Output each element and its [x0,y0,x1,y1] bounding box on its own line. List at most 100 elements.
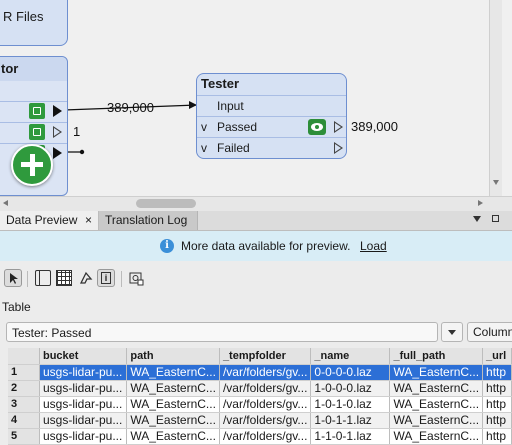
plus-icon-h [21,162,43,167]
preview-toolbar: i [0,262,512,296]
info-message: More data available for preview. [181,239,351,253]
chevron-down-icon[interactable]: v [201,120,207,134]
files-reader-node[interactable]: R Files [0,0,68,46]
table-row[interactable]: 4 usgs-lidar-pu... WA_EasternC... /var/f… [8,412,512,429]
connection-dot [79,149,85,155]
table-cell[interactable]: /var/folders/gv... [219,412,312,429]
table-cell[interactable]: 1-0-1-0.laz [310,396,391,413]
row-number: 2 [8,380,40,397]
eye-icon[interactable] [308,119,326,135]
output-port-arrow[interactable] [53,147,62,159]
table-cell[interactable]: WA_EasternC... [389,364,484,381]
table-cell[interactable]: /var/folders/gv... [219,380,312,397]
table-row[interactable]: 3 usgs-lidar-pu... WA_EasternC... /var/f… [8,396,512,413]
table-row[interactable]: 2 usgs-lidar-pu... WA_EasternC... /var/f… [8,380,512,397]
workspace-canvas[interactable]: R Files tor 1 389,000 Tester Input v Pas… [0,0,512,196]
info-bar: i More data available for preview. Load [0,231,512,261]
info-icon[interactable]: i [97,269,115,287]
table-cell[interactable]: 0-0-0-0.laz [310,364,391,381]
left-port-count: 1 [73,124,81,139]
output-port-arrow[interactable] [53,105,62,117]
grid-icon[interactable] [56,270,72,286]
table-selector[interactable]: Tester: Passed [6,322,438,342]
panel-icon[interactable] [35,270,51,286]
passed-output-arrow[interactable] [334,121,343,133]
table-cell[interactable]: usgs-lidar-pu... [39,380,128,397]
table-cell[interactable]: 1-0-0-0.laz [310,380,391,397]
add-button[interactable] [11,144,53,186]
canvas-horizontal-scrollbar[interactable] [0,196,512,211]
column-header[interactable]: _tempfolder [219,348,312,365]
toolbar-divider [27,271,28,287]
tester-passed-port[interactable]: v Passed [197,116,346,136]
wire-feature-count: 389,000 [107,100,154,115]
chevron-down-icon [448,330,456,335]
table-selector-dropdown[interactable] [441,322,463,342]
table-cell[interactable]: http [482,396,512,413]
columns-button[interactable]: Column [467,322,512,342]
tab-data-preview[interactable]: Data Preview × [0,211,99,230]
tab-menu-icon[interactable] [473,216,481,222]
table-header-row: bucket path _tempfolder _name _full_path… [8,348,512,365]
tab-translation-log[interactable]: Translation Log [99,211,198,230]
float-panel-icon[interactable] [492,215,499,222]
passed-feature-count: 389,000 [351,119,398,134]
table-cell[interactable]: /var/folders/gv... [219,364,312,381]
scroll-down-icon[interactable] [493,180,499,185]
input-port-label: Input [217,99,244,113]
table-cell[interactable]: 1-0-1-1.laz [310,412,391,429]
selected-table: Tester: Passed [12,326,92,340]
left-port-row-2 [0,122,67,142]
select-tool-icon[interactable] [4,269,22,287]
tester-failed-port[interactable]: v Failed [197,137,346,157]
row-number: 4 [8,412,40,429]
files-node-label: R Files [3,9,44,24]
column-header[interactable]: _name [310,348,391,365]
table-cell[interactable]: http [482,412,512,429]
failed-port-label: Failed [217,141,250,155]
inspect-icon[interactable] [29,103,45,119]
panel-tab-bar: Data Preview × Translation Log [0,211,512,231]
table-cell[interactable]: /var/folders/gv... [219,396,312,413]
style-icon[interactable] [78,270,94,286]
table-cell[interactable]: usgs-lidar-pu... [39,364,128,381]
row-number: 3 [8,396,40,413]
table-cell[interactable]: http [482,380,512,397]
canvas-vertical-scrollbar[interactable] [489,0,502,196]
tester-input-port[interactable]: Input [197,95,346,115]
table-cell[interactable]: usgs-lidar-pu... [39,412,128,429]
horizontal-scroll-thumb[interactable] [136,199,196,208]
column-header[interactable]: _full_path [389,348,484,365]
table-cell[interactable]: WA_EasternC... [389,396,484,413]
column-header[interactable]: _url [482,348,512,365]
table-cell[interactable]: WA_EasternC... [126,380,220,397]
passed-port-label: Passed [217,120,258,134]
table-cell[interactable]: WA_EasternC... [126,412,220,429]
column-header[interactable]: bucket [39,348,128,365]
camera-icon[interactable] [128,270,144,286]
scroll-right-icon[interactable] [478,200,483,206]
table-cell[interactable]: WA_EasternC... [389,412,484,429]
data-table: bucket path _tempfolder _name _full_path… [8,348,512,445]
table-cell[interactable]: http [482,364,512,381]
tab-label: Translation Log [105,213,188,227]
scroll-left-icon[interactable] [3,200,8,206]
table-cell[interactable]: WA_EasternC... [389,380,484,397]
table-cell[interactable]: WA_EasternC... [126,364,220,381]
table-cell[interactable]: usgs-lidar-pu... [39,396,128,413]
table-row[interactable]: 1 usgs-lidar-pu... WA_EasternC... /var/f… [8,364,512,381]
close-icon[interactable]: × [85,211,92,230]
tab-label: Data Preview [6,213,78,227]
table-cell[interactable]: WA_EasternC... [126,396,220,413]
table-section-label: Table [2,300,31,314]
info-icon: i [160,239,174,253]
load-link[interactable]: Load [360,239,387,253]
tester-node[interactable]: Tester Input v Passed v Failed [196,73,347,159]
failed-output-arrow[interactable] [334,142,343,154]
column-header[interactable]: path [126,348,220,365]
row-number: 1 [8,364,40,381]
left-port-row-1 [0,101,67,121]
chevron-down-icon[interactable]: v [201,141,207,155]
inspect-icon[interactable] [29,124,45,140]
output-port-arrow-empty[interactable] [53,126,62,138]
